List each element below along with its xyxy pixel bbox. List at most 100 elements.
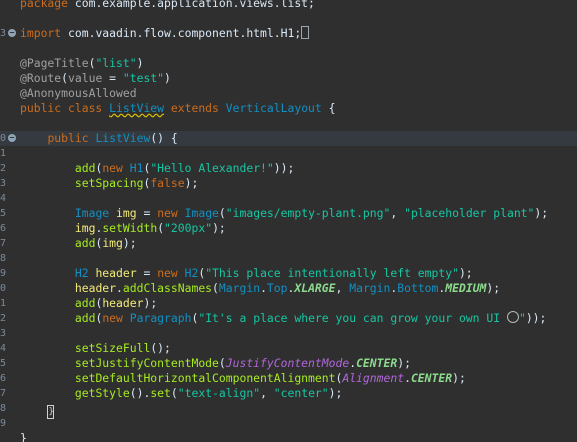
code-line[interactable]: 9 H2 header = new H2("This place intenti…: [0, 266, 577, 281]
code-token: Bottom: [397, 281, 439, 295]
line-number: 7: [0, 388, 7, 399]
fold-toggle-icon[interactable]: −: [8, 134, 16, 142]
code-line[interactable]: }: [0, 431, 577, 442]
code-token: addClassNames: [122, 281, 213, 295]
code-token: "images/empty-plant.png": [225, 206, 391, 220]
code-text: public ListView() {: [20, 131, 178, 146]
code-token: extends: [164, 101, 226, 115]
code-line[interactable]: 3 setSpacing(false);: [0, 176, 577, 191]
code-editor[interactable]: package com.example.application.views.li…: [0, 0, 577, 442]
code-token: ListView: [109, 101, 165, 115]
code-token: );: [452, 371, 466, 385]
code-token: add: [74, 236, 96, 250]
code-line[interactable]: 1: [0, 146, 577, 161]
code-line[interactable]: @PageTitle("list"): [0, 56, 577, 71]
code-line[interactable]: [0, 116, 577, 131]
code-text: Image img = new Image("images/empty-plan…: [20, 206, 548, 221]
emoji-glyph-icon: [506, 311, 519, 323]
code-token: H2: [74, 266, 89, 280]
code-text: public class ListView extends VerticalLa…: [20, 101, 336, 116]
code-line[interactable]: 8 }: [0, 401, 577, 419]
code-token: ,: [260, 386, 274, 400]
code-token: getStyle: [74, 386, 130, 400]
code-line[interactable]: 7 getStyle().set("text-align", "center")…: [0, 386, 577, 401]
code-token: com.vaadin.flow.component.html.H1;: [61, 26, 302, 40]
code-token: "It's a place where you can grow your ow…: [198, 311, 507, 325]
code-line[interactable]: 0 header.addClassNames(Margin.Top.XLARGE…: [0, 281, 577, 296]
code-text: img.setWidth("200px");: [20, 221, 226, 236]
code-token: () {: [150, 131, 178, 145]
code-line[interactable]: [0, 41, 577, 56]
code-token: setWidth: [102, 221, 158, 235]
code-token: );: [486, 281, 501, 295]
code-text: setDefaultHorizontalComponentAlignment(A…: [20, 371, 466, 386]
code-text: setSizeFull();: [20, 341, 171, 356]
code-line[interactable]: 3− import com.vaadin.flow.component.html.…: [0, 26, 577, 41]
code-line[interactable]: 6 setDefaultHorizontalComponentAlignment…: [0, 371, 577, 386]
code-token: .: [404, 371, 411, 385]
code-line[interactable]: 3: [0, 326, 577, 341]
code-line[interactable]: 4: [0, 191, 577, 206]
code-token: ));: [273, 161, 295, 175]
code-line[interactable]: 4 setSizeFull();: [0, 341, 577, 356]
code-token: false: [150, 176, 185, 190]
code-text: @AnonymousAllowed: [20, 86, 137, 101]
code-line[interactable]: 0− public ListView() {: [0, 131, 577, 146]
code-token: img: [102, 236, 123, 250]
line-number: 9: [0, 418, 7, 429]
code-line[interactable]: @Route(value = "test"): [0, 71, 577, 86]
line-number: 6: [0, 373, 7, 384]
code-token: add: [74, 296, 96, 310]
code-line[interactable]: 5 Image img = new Image("images/empty-pl…: [0, 206, 577, 221]
code-token: img: [116, 206, 137, 220]
line-number: 1: [0, 298, 7, 309]
code-text: add(new H1("Hello Alexander!"));: [20, 161, 294, 176]
code-line[interactable]: 5 setJustifyContentMode(JustifyContentMo…: [0, 356, 577, 371]
code-token: H2: [184, 266, 199, 280]
code-token: Paragraph: [129, 311, 192, 325]
code-line[interactable]: [0, 11, 577, 26]
code-line[interactable]: 1 add(header);: [0, 296, 577, 311]
line-number: 8: [0, 403, 7, 414]
code-token: );: [397, 356, 411, 370]
code-token: add: [74, 161, 96, 175]
code-token: (: [61, 71, 69, 85]
code-token: "200px": [164, 221, 213, 235]
code-token: XLARGE: [294, 281, 336, 295]
code-token: public class: [20, 101, 110, 115]
code-line[interactable]: 2 add(new Paragraph("It's a place where …: [0, 311, 577, 326]
code-token: setJustifyContentMode: [74, 356, 219, 370]
code-token: (: [170, 386, 178, 400]
code-line[interactable]: public class ListView extends VerticalLa…: [0, 101, 577, 116]
code-line[interactable]: 9: [0, 416, 577, 431]
code-token: MEDIUM: [445, 281, 487, 295]
line-number: 3: [0, 328, 7, 339]
code-token: header: [74, 281, 117, 295]
code-token: new: [102, 161, 130, 175]
line-number: 5: [0, 358, 7, 369]
code-line[interactable]: package com.example.application.views.li…: [0, 0, 577, 11]
code-line[interactable]: 8: [0, 251, 577, 266]
code-token: "list": [95, 56, 137, 70]
code-line[interactable]: @AnonymousAllowed: [0, 86, 577, 101]
code-line[interactable]: 7 add(img);: [0, 236, 577, 251]
code-line[interactable]: 2 add(new H1("Hello Alexander!"));: [0, 161, 577, 176]
code-token: H1: [129, 161, 144, 175]
fold-toggle-icon[interactable]: −: [8, 29, 16, 37]
code-token: set: [150, 386, 171, 400]
code-token: "text-align": [177, 386, 261, 400]
code-token: CENTER: [410, 371, 453, 385]
code-line[interactable]: 6 img.setWidth("200px");: [0, 221, 577, 236]
code-token: );: [212, 221, 226, 235]
